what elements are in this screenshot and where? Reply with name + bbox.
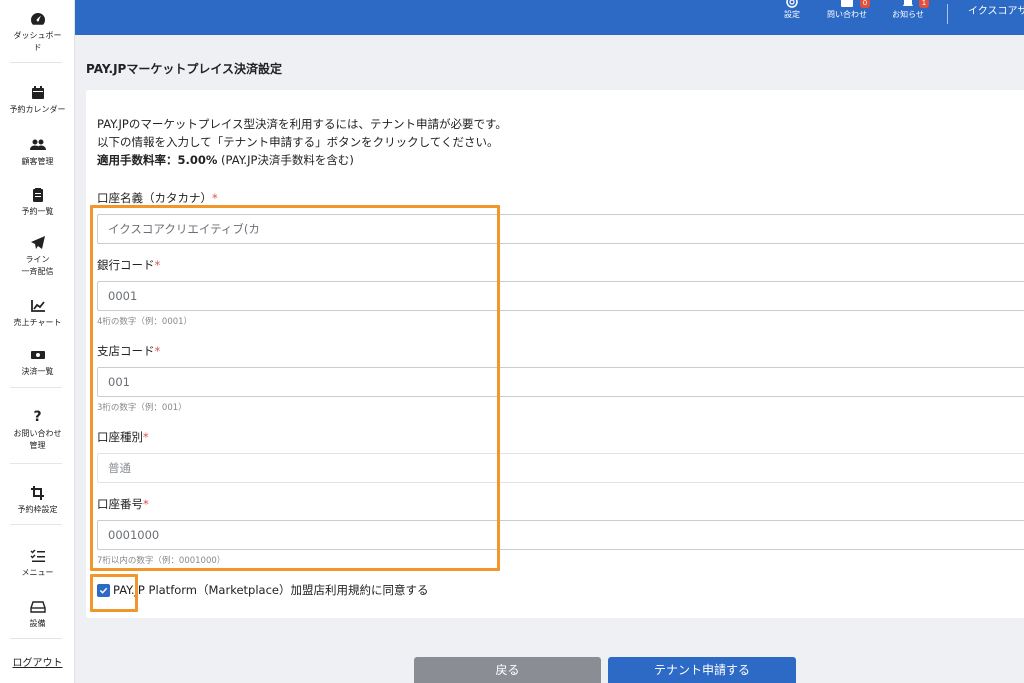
sidebar-item-label: 設備 — [29, 619, 46, 628]
divider — [10, 463, 62, 464]
sidebar-item-slots[interactable]: 予約枠設定 — [0, 486, 75, 516]
header-divider — [947, 4, 948, 24]
calendar-icon — [30, 86, 46, 100]
sidebar-item-label: 顧客管理 — [21, 157, 54, 166]
sidebar-item-label: ダッシュボード — [13, 31, 62, 52]
fee-label: 適用手数料率：5.00% — [97, 153, 218, 167]
inquiries-button[interactable]: 0 問い合わせ — [822, 0, 872, 35]
agree-row[interactable]: PAY.JP Platform（Marketplace）加盟店利用規約に同意する — [97, 582, 428, 598]
sidebar: ダッシュボード 予約カレンダー 顧客管理 予約一覧 ライン 一斉配信 売上チャー… — [0, 0, 75, 683]
sidebar-item-reservations[interactable]: 予約一覧 — [0, 188, 75, 218]
required-mark: * — [212, 191, 218, 205]
question-icon: ? — [33, 409, 42, 425]
crop-icon — [30, 486, 46, 500]
gear-icon — [785, 0, 799, 9]
sidebar-item-customers[interactable]: 顧客管理 — [0, 138, 75, 168]
sidebar-item-payments[interactable]: 決済一覧 — [0, 348, 75, 378]
agree-text: PAY.JP Platform（Marketplace）加盟店利用規約に同意する — [113, 583, 429, 597]
inquiries-label: 問い合わせ — [827, 10, 867, 19]
sidebar-item-label: 決済一覧 — [21, 367, 54, 376]
divider — [10, 524, 62, 525]
sidebar-item-label: ライン — [25, 255, 50, 264]
sidebar-item-label: お問い合わせ — [13, 429, 62, 438]
notices-button[interactable]: 1 お知らせ — [886, 0, 930, 35]
divider — [10, 387, 62, 388]
divider — [10, 638, 62, 639]
speedometer-icon — [30, 12, 46, 26]
checkbox-highlight-box — [90, 574, 138, 612]
fee-line: 適用手数料率：5.00% (PAY.JP決済手数料を含む) — [97, 151, 997, 169]
paper-plane-icon — [30, 236, 46, 250]
settings-button[interactable]: 設定 — [776, 0, 808, 35]
logout-link[interactable]: ログアウト — [0, 654, 75, 669]
sidebar-item-label: 一斉配信 — [21, 267, 54, 276]
clipboard-icon — [30, 188, 46, 202]
top-header: 設定 0 問い合わせ 1 お知らせ イクスコアサ — [75, 0, 1024, 35]
page-title: PAY.JPマーケットプレイス決済設定 — [86, 62, 282, 76]
sidebar-item-calendar[interactable]: 予約カレンダー — [0, 86, 75, 116]
sidebar-item-line[interactable]: ライン 一斉配信 — [0, 236, 75, 278]
sidebar-item-label: メニュー — [21, 568, 54, 577]
sidebar-item-sales[interactable]: 売上チャート — [0, 299, 75, 329]
sidebar-item-menu[interactable]: メニュー — [0, 549, 75, 579]
fee-note: (PAY.JP決済手数料を含む) — [217, 153, 354, 167]
tenant-apply-button[interactable]: テナント申請する — [608, 657, 796, 683]
account-name-label: 口座名義（カタカナ）* — [97, 190, 218, 206]
list-check-icon — [30, 549, 46, 563]
sidebar-item-label: 売上チャート — [13, 318, 62, 327]
divider — [10, 62, 62, 63]
back-button[interactable]: 戻る — [414, 657, 601, 683]
user-menu[interactable]: イクスコアサ — [968, 2, 1024, 17]
inquiries-badge: 0 — [860, 0, 870, 8]
chart-line-icon — [30, 299, 46, 313]
sidebar-item-dashboard[interactable]: ダッシュボード — [0, 12, 75, 54]
hdd-icon — [29, 600, 46, 614]
intro-line-2: 以下の情報を入力して「テナント申請する」ボタンをクリックしてください。 — [97, 135, 499, 149]
notices-label: お知らせ — [892, 10, 924, 19]
form-highlight-box — [90, 205, 500, 571]
settings-label: 設定 — [784, 10, 800, 19]
label-text: 口座名義（カタカナ） — [97, 191, 212, 205]
notices-badge: 1 — [919, 0, 929, 8]
envelope-icon — [840, 0, 854, 9]
intro-line-1: PAY.JPのマーケットプレイス型決済を利用するには、テナント申請が必要です。 — [97, 117, 507, 131]
money-bill-icon — [30, 348, 46, 362]
sidebar-item-label: 予約一覧 — [21, 207, 54, 216]
sidebar-item-equipment[interactable]: 設備 — [0, 600, 75, 630]
intro-text: PAY.JPのマーケットプレイス型決済を利用するには、テナント申請が必要です。 … — [97, 115, 997, 169]
sidebar-item-label: 予約枠設定 — [17, 505, 58, 514]
sidebar-item-label: 管理 — [29, 441, 46, 450]
sidebar-item-inquiries[interactable]: ? お問い合わせ 管理 — [0, 410, 75, 452]
users-icon — [29, 138, 46, 152]
bell-icon — [901, 0, 915, 9]
sidebar-item-label: 予約カレンダー — [9, 105, 66, 114]
